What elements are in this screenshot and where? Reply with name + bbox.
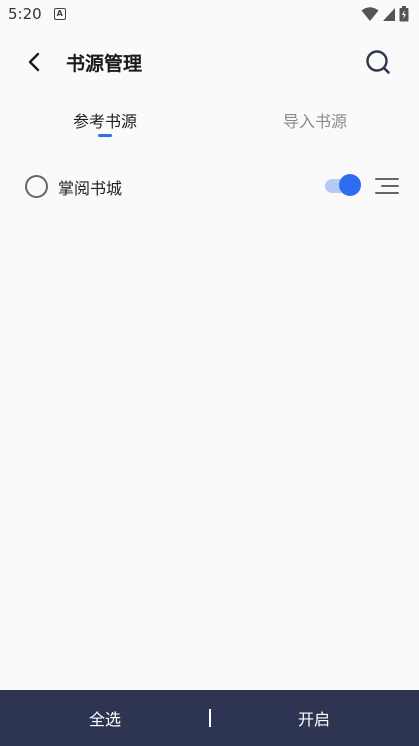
back-button[interactable] bbox=[20, 48, 48, 76]
bottom-action-bar: 全选 开启 bbox=[0, 690, 419, 746]
search-icon bbox=[366, 50, 390, 74]
source-select-radio[interactable] bbox=[25, 175, 48, 198]
battery-icon bbox=[399, 6, 409, 22]
drag-handle-icon[interactable] bbox=[374, 175, 400, 197]
chevron-left-icon bbox=[28, 52, 40, 72]
enable-button[interactable]: 开启 bbox=[244, 690, 384, 746]
status-time: 5:20 bbox=[8, 5, 42, 23]
toggle-knob bbox=[339, 174, 361, 196]
header: 书源管理 bbox=[0, 40, 419, 84]
status-bar: 5:20 A bbox=[0, 0, 419, 28]
app-notification-icon: A bbox=[53, 8, 66, 20]
status-indicators bbox=[361, 6, 409, 22]
wifi-icon bbox=[361, 7, 379, 21]
page-title: 书源管理 bbox=[66, 53, 143, 75]
source-name: 掌阅书城 bbox=[58, 179, 123, 198]
tab-reference-sources[interactable]: 参考书源 bbox=[25, 108, 185, 144]
cell-signal-icon bbox=[383, 7, 395, 21]
select-all-button[interactable]: 全选 bbox=[35, 690, 175, 746]
bottom-divider bbox=[209, 709, 211, 727]
tab-indicator bbox=[98, 134, 112, 137]
search-button[interactable] bbox=[363, 47, 393, 77]
source-enable-toggle[interactable] bbox=[323, 173, 363, 199]
tab-imported-sources[interactable]: 导入书源 bbox=[235, 108, 395, 144]
tab-bar: 参考书源 导入书源 bbox=[0, 108, 419, 144]
list-item: 掌阅书城 bbox=[0, 166, 419, 206]
